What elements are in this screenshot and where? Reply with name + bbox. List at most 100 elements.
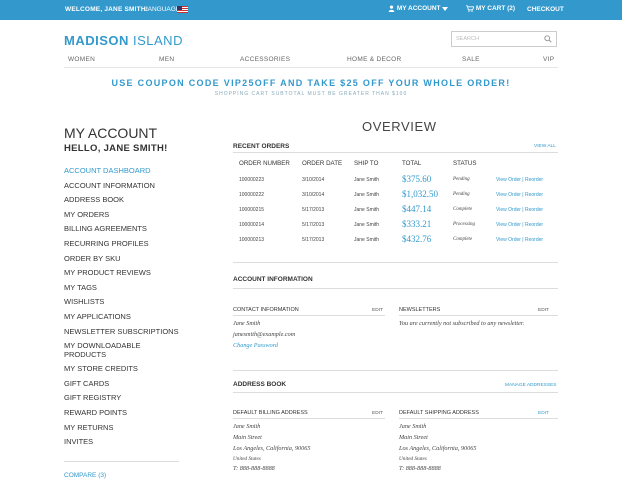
billing-name: Jane Smith: [233, 423, 261, 430]
promo-subline: SHOPPING CART SUBTOTAL MUST BE GREATER T…: [214, 91, 408, 97]
my-account-menu[interactable]: MY ACCOUNT: [388, 5, 449, 12]
billing-address-heading: DEFAULT BILLING ADDRESS: [233, 410, 308, 416]
order-total: $432.76: [402, 234, 432, 244]
order-number: 100000222: [239, 192, 265, 198]
nav-divider: [64, 67, 558, 68]
order-date: 3/10/2014: [302, 177, 325, 183]
col-status: STATUS: [453, 160, 477, 167]
sidebar-item-store-credits[interactable]: MY STORE CREDITS: [64, 364, 179, 379]
order-date: 5/17/2013: [302, 207, 325, 213]
sidebar-item-downloadable-products[interactable]: MY DOWNLOADABLE PRODUCTS: [64, 341, 159, 364]
language-selector[interactable]: LANGUAGE: [144, 6, 180, 13]
order-total: $447.14: [402, 204, 432, 214]
logo-bold: MADISON: [64, 33, 129, 48]
shipping-divider: [399, 418, 558, 419]
shipping-address-heading: DEFAULT SHIPPING ADDRESS: [399, 410, 479, 416]
order-status: Pending: [453, 177, 470, 182]
order-ship-to: Jane Smith: [354, 207, 380, 213]
nav-men[interactable]: MEN: [159, 56, 174, 63]
view-order-reorder-link[interactable]: View Order | Reorder: [496, 237, 543, 243]
account-info-top-divider: [233, 262, 558, 263]
us-flag-icon[interactable]: [177, 6, 188, 13]
billing-divider: [233, 418, 385, 419]
nav-sale[interactable]: SALE: [462, 56, 480, 63]
order-ship-to: Jane Smith: [354, 177, 380, 183]
site-logo[interactable]: MADISON ISLAND: [64, 33, 183, 48]
order-ship-to: Jane Smith: [354, 192, 380, 198]
order-total: $1,032.50: [402, 189, 438, 199]
nav-vip[interactable]: VIP: [543, 56, 554, 63]
sidebar-divider: [64, 461, 179, 462]
contact-edit-link[interactable]: EDIT: [372, 308, 383, 313]
order-ship-to: Jane Smith: [354, 237, 380, 243]
shipping-city: Los Angeles, California, 90065: [399, 445, 477, 452]
nav-accessories[interactable]: ACCESSORIES: [240, 56, 290, 63]
order-status: Processing: [453, 222, 476, 227]
my-cart-link[interactable]: MY CART (2): [466, 5, 515, 12]
top-bar: WELCOME, JANE SMITH! LANGUAGE MY ACCOUNT…: [0, 0, 622, 20]
page-title: OVERVIEW: [362, 119, 437, 134]
checkout-link[interactable]: CHECKOUT: [527, 6, 564, 13]
shipping-edit-link[interactable]: EDIT: [538, 411, 549, 416]
address-book-top-divider: [233, 370, 558, 371]
table-row: 100000214 5/17/2013 Jane Smith $333.21 P…: [0, 219, 622, 236]
sidebar-item-order-by-sku[interactable]: ORDER BY SKU: [64, 254, 179, 269]
logo-rest: ISLAND: [128, 33, 183, 48]
nav-women[interactable]: WOMEN: [68, 56, 95, 63]
view-order-reorder-link[interactable]: View Order | Reorder: [496, 207, 543, 213]
view-order-reorder-link[interactable]: View Order | Reorder: [496, 192, 543, 198]
recent-orders-title: RECENT ORDERS: [233, 143, 290, 150]
sidebar-item-my-tags[interactable]: MY TAGS: [64, 283, 179, 298]
order-total: $375.60: [402, 174, 432, 184]
newsletters-edit-link[interactable]: EDIT: [538, 308, 549, 313]
compare-link[interactable]: COMPARE (3): [64, 472, 106, 479]
order-date: 5/17/2013: [302, 237, 325, 243]
account-info-divider: [233, 288, 558, 289]
order-date: 5/17/2013: [302, 222, 325, 228]
contact-email: janesmith@example.com: [233, 331, 296, 338]
promo-headline: USE COUPON CODE VIP25OFF AND TAKE $25 OF…: [111, 78, 511, 88]
recent-orders-divider: [233, 152, 558, 153]
sidebar-item-wishlists[interactable]: WISHLISTS: [64, 297, 179, 312]
welcome-message: WELCOME, JANE SMITH!: [65, 6, 149, 13]
table-row: 100000223 3/10/2014 Jane Smith $375.60 P…: [0, 174, 622, 191]
my-cart-label: MY CART (2): [475, 5, 516, 13]
billing-street: Main Street: [233, 434, 262, 441]
contact-info-heading: CONTACT INFORMATION: [233, 307, 299, 313]
address-book-divider: [233, 392, 558, 393]
greeting: HELLO, JANE SMITH!: [64, 143, 168, 154]
shipping-street: Main Street: [399, 434, 428, 441]
view-order-reorder-link[interactable]: View Order | Reorder: [496, 177, 543, 183]
change-password-link[interactable]: Change Password: [233, 340, 278, 351]
contact-divider: [233, 315, 385, 316]
search-input[interactable]: SEARCH: [456, 36, 479, 42]
order-number: 100000214: [239, 222, 265, 228]
order-status: Pending: [453, 192, 470, 197]
sidebar-item-product-reviews[interactable]: MY PRODUCT REVIEWS: [64, 268, 179, 283]
sidebar-item-gift-registry[interactable]: GIFT REGISTRY: [64, 393, 179, 408]
sidebar-item-invites[interactable]: INVITES: [64, 437, 179, 452]
manage-addresses-link[interactable]: MANAGE ADDRESSES: [505, 383, 556, 388]
view-all-link[interactable]: VIEW ALL: [534, 144, 556, 149]
sidebar-item-reward-points[interactable]: REWARD POINTS: [64, 408, 179, 423]
newsletters-heading: NEWSLETTERS: [399, 307, 441, 313]
billing-city: Los Angeles, California, 90065: [233, 445, 311, 452]
search-box[interactable]: SEARCH: [451, 31, 557, 47]
sidebar-title: MY ACCOUNT: [64, 125, 158, 141]
order-status: Complete: [453, 207, 473, 212]
billing-edit-link[interactable]: EDIT: [372, 411, 383, 416]
order-number: 100000213: [239, 237, 265, 243]
sidebar-item-gift-cards[interactable]: GIFT CARDS: [64, 379, 179, 394]
table-row: 100000222 3/10/2014 Jane Smith $1,032.50…: [0, 189, 622, 206]
sidebar-item-my-returns[interactable]: MY RETURNS: [64, 423, 179, 438]
search-icon[interactable]: [544, 35, 552, 43]
col-total: TOTAL: [402, 160, 422, 167]
col-order-number: ORDER NUMBER: [239, 160, 290, 167]
nav-home-decor[interactable]: HOME & DECOR: [347, 56, 402, 63]
sidebar-item-my-applications[interactable]: MY APPLICATIONS: [64, 312, 179, 327]
sidebar-item-newsletter-subscriptions[interactable]: NEWSLETTER SUBSCRIPTIONS: [64, 327, 179, 342]
order-ship-to: Jane Smith: [354, 222, 380, 228]
view-order-reorder-link[interactable]: View Order | Reorder: [496, 222, 543, 228]
account-info-title: ACCOUNT INFORMATION: [233, 276, 313, 283]
billing-phone: T: 888-888-8888: [233, 465, 275, 472]
